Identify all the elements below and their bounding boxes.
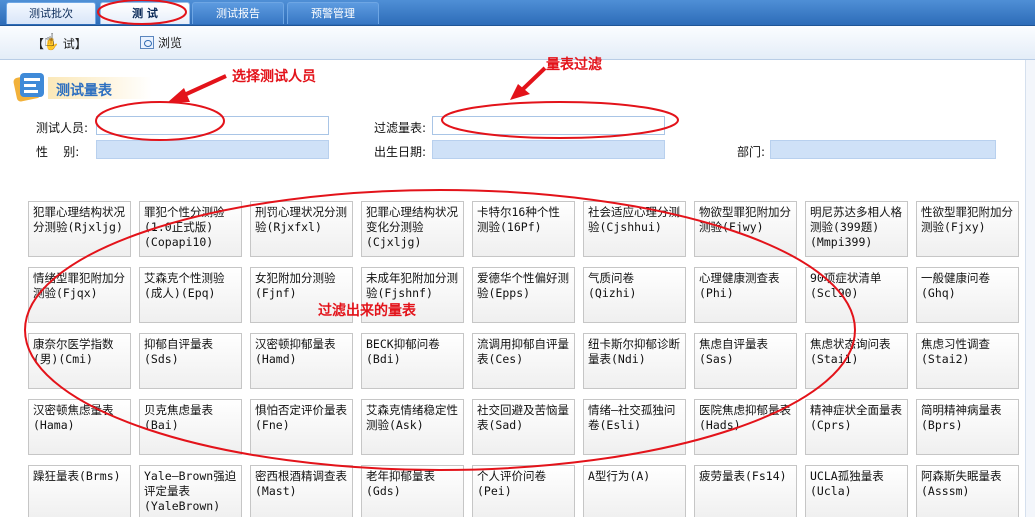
birth-date-input[interactable] (432, 140, 665, 159)
tab-test-report[interactable]: 测试报告 (192, 2, 284, 24)
scale-button[interactable]: 罪犯个性分测验(1.0正式版)(Copapi10) (139, 201, 242, 257)
scale-button[interactable]: 抑郁自评量表(Sds) (139, 333, 242, 389)
scale-button[interactable]: 老年抑郁量表(Gds) (361, 465, 464, 517)
scale-button[interactable]: 明尼苏达多相人格测验(399题)(Mmpi399) (805, 201, 908, 257)
scale-button[interactable]: 康奈尔医学指数(男)(Cmi) (28, 333, 131, 389)
scale-button[interactable]: 气质问卷(Qizhi) (583, 267, 686, 323)
gender-input[interactable] (96, 140, 329, 159)
scale-button[interactable]: 纽卡斯尔抑郁诊断量表(Ndi) (583, 333, 686, 389)
scale-button[interactable]: 犯罪心理结构状况分测验(Rjxljg) (28, 201, 131, 257)
scale-button[interactable]: A型行为(A) (583, 465, 686, 517)
scale-button[interactable]: 疲劳量表(Fs14) (694, 465, 797, 517)
tab-test[interactable]: 测 试 (100, 2, 190, 24)
scale-button[interactable]: 精神症状全面量表(Cprs) (805, 399, 908, 455)
section-header: 测试量表 (8, 68, 1018, 106)
scale-button[interactable]: 社交回避及苦恼量表(Sad) (472, 399, 575, 455)
scale-button[interactable]: 90项症状清单(Scl90) (805, 267, 908, 323)
scale-button[interactable]: 医院焦虑抑郁量表(Hads) (694, 399, 797, 455)
scale-button[interactable]: 汉密顿焦虑量表(Hama) (28, 399, 131, 455)
scale-button[interactable]: 焦虑习性调查(Stai2) (916, 333, 1019, 389)
toolbar: 【✋ 试】 浏览 (0, 26, 1035, 60)
filter-input[interactable] (432, 116, 665, 135)
tab-test-batch[interactable]: 测试批次 (6, 2, 96, 24)
annotation-filtered-result: 过滤出来的量表 (318, 303, 416, 319)
tab-warning-management[interactable]: 预警管理 (287, 2, 379, 24)
scale-button[interactable]: 刑罚心理状况分测验(Rjxfxl) (250, 201, 353, 257)
department-label: 部门: (737, 145, 766, 159)
scale-button[interactable]: 躁狂量表(Brms) (28, 465, 131, 517)
annotation-scale-filter: 量表过滤 (546, 57, 602, 73)
scale-icon (13, 73, 44, 102)
scrollbar[interactable] (1025, 60, 1035, 517)
scale-button[interactable]: 流调用抑郁自评量表(Ces) (472, 333, 575, 389)
scale-button[interactable]: 犯罪心理结构状况变化分测验(Cjxljg) (361, 201, 464, 257)
filter-label: 过滤量表: (374, 121, 427, 135)
scale-button[interactable]: 一般健康问卷(Ghq) (916, 267, 1019, 323)
scale-button[interactable]: 卡特尔16种个性测验(16Pf) (472, 201, 575, 257)
top-tab-bar: 测试批次 测 试 测试报告 预警管理 (0, 0, 1035, 26)
scale-grid: 犯罪心理结构状况分测验(Rjxljg) 罪犯个性分测验(1.0正式版)(Copap… (28, 201, 1024, 517)
scale-button[interactable]: 密西根酒精调查表(Mast) (250, 465, 353, 517)
scale-button[interactable]: 惧怕否定评价量表(Fne) (250, 399, 353, 455)
browse-label: 浏览 (158, 36, 183, 50)
birth-date-label: 出生日期: (374, 145, 427, 159)
scale-button[interactable]: 爱德华个性偏好测验(Epps) (472, 267, 575, 323)
scale-button[interactable]: 情绪型罪犯附加分测验(Fjqx) (28, 267, 131, 323)
scale-button[interactable]: 社会适应心理分测验(Cjshhui) (583, 201, 686, 257)
annotation-select-tester: 选择测试人员 (232, 69, 316, 85)
browse-icon (140, 36, 154, 49)
scale-button[interactable]: 焦虑自评量表(Sas) (694, 333, 797, 389)
scale-button[interactable]: 艾森克情绪稳定性测验(Ask) (361, 399, 464, 455)
scale-button[interactable]: 简明精神病量表(Bprs) (916, 399, 1019, 455)
scale-button[interactable]: 汉密顿抑郁量表(Hamd) (250, 333, 353, 389)
scale-button[interactable]: 焦虑状态询问表(Stai1) (805, 333, 908, 389)
scale-button[interactable]: Yale—Brown强迫评定量表(YaleBrown) (139, 465, 242, 517)
scale-button[interactable]: 性欲型罪犯附加分测验(Fjxy) (916, 201, 1019, 257)
scale-button[interactable]: 阿森斯失眠量表(Asssm) (916, 465, 1019, 517)
scale-button[interactable]: UCLA孤独量表(Ucla) (805, 465, 908, 517)
scale-button[interactable]: 个人评价问卷(Pei) (472, 465, 575, 517)
section-title: 测试量表 (56, 83, 112, 99)
scale-button[interactable]: 物欲型罪犯附加分测验(Fjwy) (694, 201, 797, 257)
scale-button[interactable]: 情绪—社交孤独问卷(Esli) (583, 399, 686, 455)
department-input[interactable] (770, 140, 996, 159)
tester-label: 测试人员: (36, 121, 89, 135)
scale-button[interactable]: BECK抑郁问卷(Bdi) (361, 333, 464, 389)
test-button[interactable]: 【✋ 试】 (32, 35, 87, 52)
scale-button[interactable]: 艾森克个性测验(成人)(Epq) (139, 267, 242, 323)
browse-button[interactable]: 浏览 (140, 34, 182, 51)
tester-input[interactable] (96, 116, 329, 135)
gender-label: 性 别: (36, 145, 80, 159)
scale-button[interactable]: 心理健康测查表(Phi) (694, 267, 797, 323)
scale-button[interactable]: 贝克焦虑量表(Bai) (139, 399, 242, 455)
